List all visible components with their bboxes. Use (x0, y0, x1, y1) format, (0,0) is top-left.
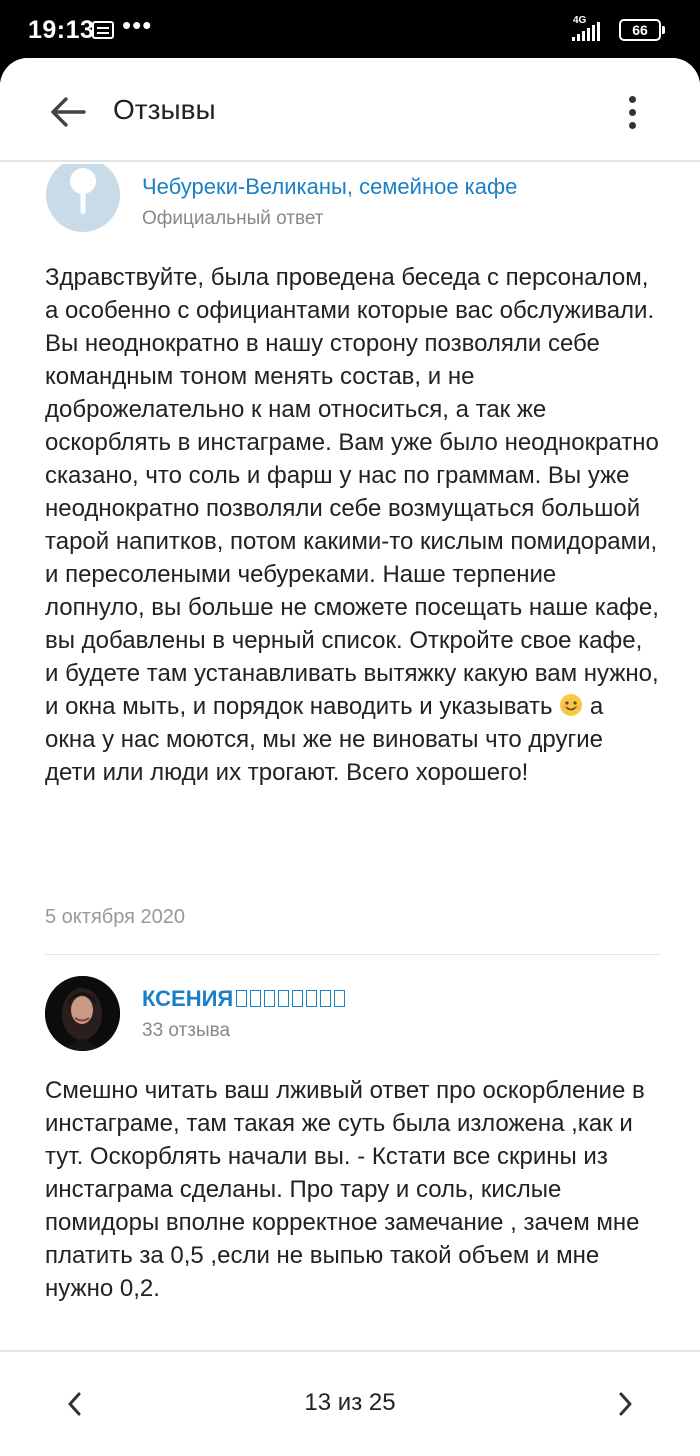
reply-text: Здравствуйте, была проведена беседа с пе… (45, 261, 660, 789)
more-notifications-icon: ••• (122, 10, 153, 40)
status-bar: 19:13 ••• 4G 66 (0, 0, 700, 62)
avatar[interactable] (45, 976, 120, 1051)
chevron-right-icon[interactable] (608, 1384, 642, 1424)
review-pager: 13 из 25 (0, 1350, 700, 1456)
status-time: 19:13 (28, 16, 95, 44)
reviewer-name[interactable]: КСЕНИЯ (142, 986, 346, 1012)
business-avatar[interactable] (46, 164, 120, 232)
reviewer-name-text: КСЕНИЯ (142, 986, 234, 1011)
page-title: Отзывы (113, 94, 216, 125)
business-name[interactable]: Чебуреки-Великаны, семейное кафе (142, 174, 517, 200)
pin-icon (70, 168, 96, 214)
divider (45, 954, 661, 955)
reviews-screen: Отзывы Чебуреки-Великаны, семейное кафе … (0, 58, 700, 1456)
battery-indicator: 66 (619, 19, 665, 41)
reply-label: Официальный ответ (142, 208, 324, 229)
message-notification-icon (92, 21, 114, 39)
more-vertical-icon[interactable] (616, 92, 648, 132)
user-photo (45, 976, 120, 1051)
reply-date: 5 октября 2020 (45, 906, 185, 928)
review-count: 33 отзыва (142, 1020, 231, 1041)
unsupported-glyph-icon (233, 986, 346, 1011)
arrow-back-icon[interactable] (46, 90, 90, 134)
review-text: Смешно читать ваш лживый ответ про оскор… (45, 1077, 645, 1302)
signal-icon (572, 22, 600, 41)
reply-text-part1: Здравствуйте, была проведена беседа с пе… (45, 264, 659, 720)
top-app-bar: Отзывы (0, 58, 700, 162)
reviews-list[interactable]: Чебуреки-Великаны, семейное кафе Официал… (0, 164, 700, 1350)
smile-icon (560, 694, 583, 716)
pager-position: 13 из 25 (304, 1389, 396, 1416)
